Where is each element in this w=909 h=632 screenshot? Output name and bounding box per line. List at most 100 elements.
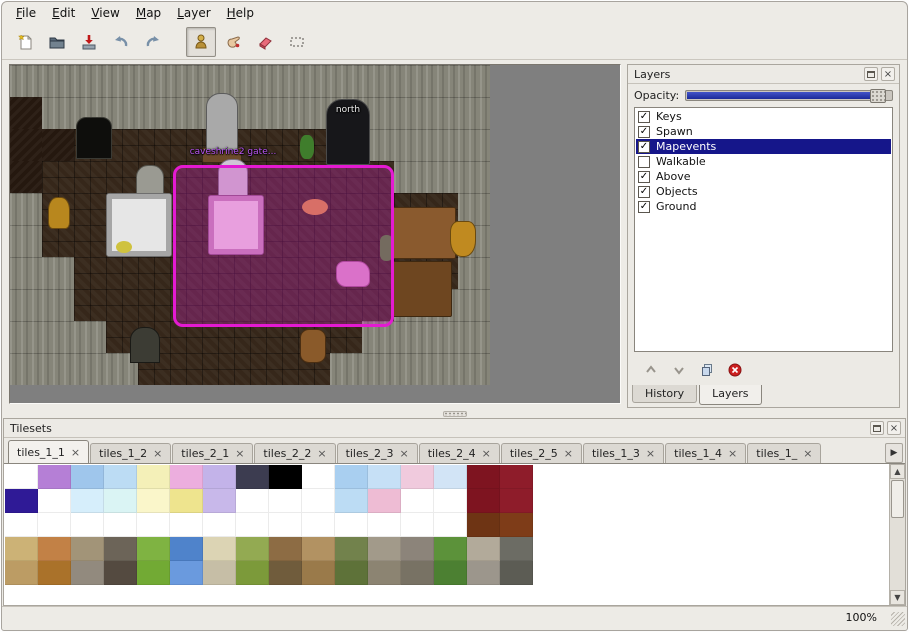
layer-visibility-checkbox[interactable]: ✓ (638, 126, 650, 138)
splitter[interactable] (2, 410, 907, 418)
palette-tile[interactable] (71, 465, 104, 489)
palette-tile[interactable] (38, 489, 71, 513)
delete-layer-button[interactable] (726, 361, 744, 379)
palette-tile[interactable] (5, 561, 38, 585)
palette-tile[interactable] (368, 513, 401, 537)
tileset-tab-tiles_1_4[interactable]: tiles_1_4× (665, 443, 746, 463)
palette-tile[interactable] (500, 537, 533, 561)
close-panel-button[interactable]: × (887, 421, 901, 435)
eraser-tool-button[interactable] (250, 27, 280, 57)
palette-tile[interactable] (368, 489, 401, 513)
palette-tile[interactable] (104, 465, 137, 489)
stamp-tool-button[interactable] (186, 27, 216, 57)
menu-file[interactable]: File (8, 4, 44, 22)
palette-tile[interactable] (302, 561, 335, 585)
palette-tile[interactable] (467, 465, 500, 489)
tileset-tab-tiles_1_3[interactable]: tiles_1_3× (583, 443, 664, 463)
tileset-tab-tiles_1_1[interactable]: tiles_1_1× (8, 440, 89, 463)
palette-tile[interactable] (434, 489, 467, 513)
palette-tile[interactable] (5, 537, 38, 561)
palette-tile[interactable] (335, 561, 368, 585)
palette-tile[interactable] (434, 513, 467, 537)
float-panel-button[interactable] (870, 421, 884, 435)
palette-tile[interactable] (71, 513, 104, 537)
palette-tile[interactable] (104, 489, 137, 513)
palette-tile[interactable] (401, 561, 434, 585)
new-file-button[interactable] (10, 27, 40, 57)
palette-tile[interactable] (302, 465, 335, 489)
palette-tile[interactable] (104, 561, 137, 585)
palette-tile[interactable] (170, 489, 203, 513)
palette-tile[interactable] (467, 561, 500, 585)
palette-tile[interactable] (71, 561, 104, 585)
palette-tile[interactable] (137, 537, 170, 561)
palette-tile[interactable] (203, 489, 236, 513)
tab-close-icon[interactable]: × (71, 448, 80, 457)
brush-tool-button[interactable] (218, 27, 248, 57)
layer-visibility-checkbox[interactable]: ✓ (638, 171, 650, 183)
scrollbar-track[interactable] (890, 479, 905, 590)
palette-tile[interactable] (38, 513, 71, 537)
menu-map[interactable]: Map (128, 4, 169, 22)
palette-tile[interactable] (500, 489, 533, 513)
palette-tile[interactable] (71, 537, 104, 561)
palette-tile[interactable] (5, 465, 38, 489)
layer-row-spawn[interactable]: ✓Spawn (636, 124, 891, 139)
palette-tile[interactable] (269, 489, 302, 513)
undo-button[interactable] (106, 27, 136, 57)
palette-tile[interactable] (335, 513, 368, 537)
scroll-down-button[interactable]: ▼ (890, 590, 905, 605)
menu-layer[interactable]: Layer (169, 4, 218, 22)
float-panel-button[interactable] (864, 67, 878, 81)
lower-layer-button[interactable] (670, 361, 688, 379)
tileset-tab-tiles_2_5[interactable]: tiles_2_5× (501, 443, 582, 463)
layer-row-mapevents[interactable]: ✓Mapevents (636, 139, 891, 154)
palette-tile[interactable] (269, 465, 302, 489)
layer-visibility-checkbox[interactable]: ✓ (638, 201, 650, 213)
palette-tile[interactable] (71, 489, 104, 513)
tileset-tab-tiles_2_2[interactable]: tiles_2_2× (254, 443, 335, 463)
palette-tile[interactable] (269, 537, 302, 561)
palette-tile[interactable] (434, 537, 467, 561)
palette-tile[interactable] (434, 465, 467, 489)
redo-button[interactable] (138, 27, 168, 57)
opacity-slider[interactable] (685, 90, 893, 101)
palette-tile[interactable] (500, 561, 533, 585)
palette-tile[interactable] (335, 489, 368, 513)
palette-tile[interactable] (236, 537, 269, 561)
tileset-tab-tiles_2_4[interactable]: tiles_2_4× (419, 443, 500, 463)
palette-tile[interactable] (104, 537, 137, 561)
palette-tile[interactable] (236, 513, 269, 537)
select-tool-button[interactable] (282, 27, 312, 57)
tab-close-icon[interactable]: × (564, 449, 573, 458)
save-button[interactable] (74, 27, 104, 57)
palette-tile[interactable] (302, 513, 335, 537)
selection-rectangle[interactable] (173, 165, 394, 327)
tab-close-icon[interactable]: × (646, 449, 655, 458)
splitter-grip[interactable] (443, 411, 467, 417)
tileset-tab-tiles_2_3[interactable]: tiles_2_3× (337, 443, 418, 463)
palette-tile[interactable] (401, 513, 434, 537)
palette-tile[interactable] (401, 465, 434, 489)
layer-row-keys[interactable]: ✓Keys (636, 109, 891, 124)
map-viewport[interactable]: northcaveshrine2 gate... (9, 64, 621, 404)
raise-layer-button[interactable] (642, 361, 660, 379)
layer-row-above[interactable]: ✓Above (636, 169, 891, 184)
palette-tile[interactable] (203, 537, 236, 561)
palette-tile[interactable] (302, 489, 335, 513)
palette-tile[interactable] (269, 513, 302, 537)
layer-visibility-checkbox[interactable]: ✓ (638, 141, 650, 153)
layer-visibility-checkbox[interactable]: ✓ (638, 186, 650, 198)
palette-tile[interactable] (401, 489, 434, 513)
tab-close-icon[interactable]: × (728, 449, 737, 458)
palette-tile[interactable] (368, 561, 401, 585)
resize-grip[interactable] (891, 612, 905, 626)
tab-layers[interactable]: Layers (699, 385, 761, 405)
layer-visibility-checkbox[interactable]: ✓ (638, 111, 650, 123)
map-canvas[interactable]: northcaveshrine2 gate... (10, 65, 490, 385)
palette-tile[interactable] (467, 489, 500, 513)
palette-tile[interactable] (38, 465, 71, 489)
palette-tile[interactable] (170, 513, 203, 537)
layer-row-objects[interactable]: ✓Objects (636, 184, 891, 199)
palette-tile[interactable] (5, 489, 38, 513)
